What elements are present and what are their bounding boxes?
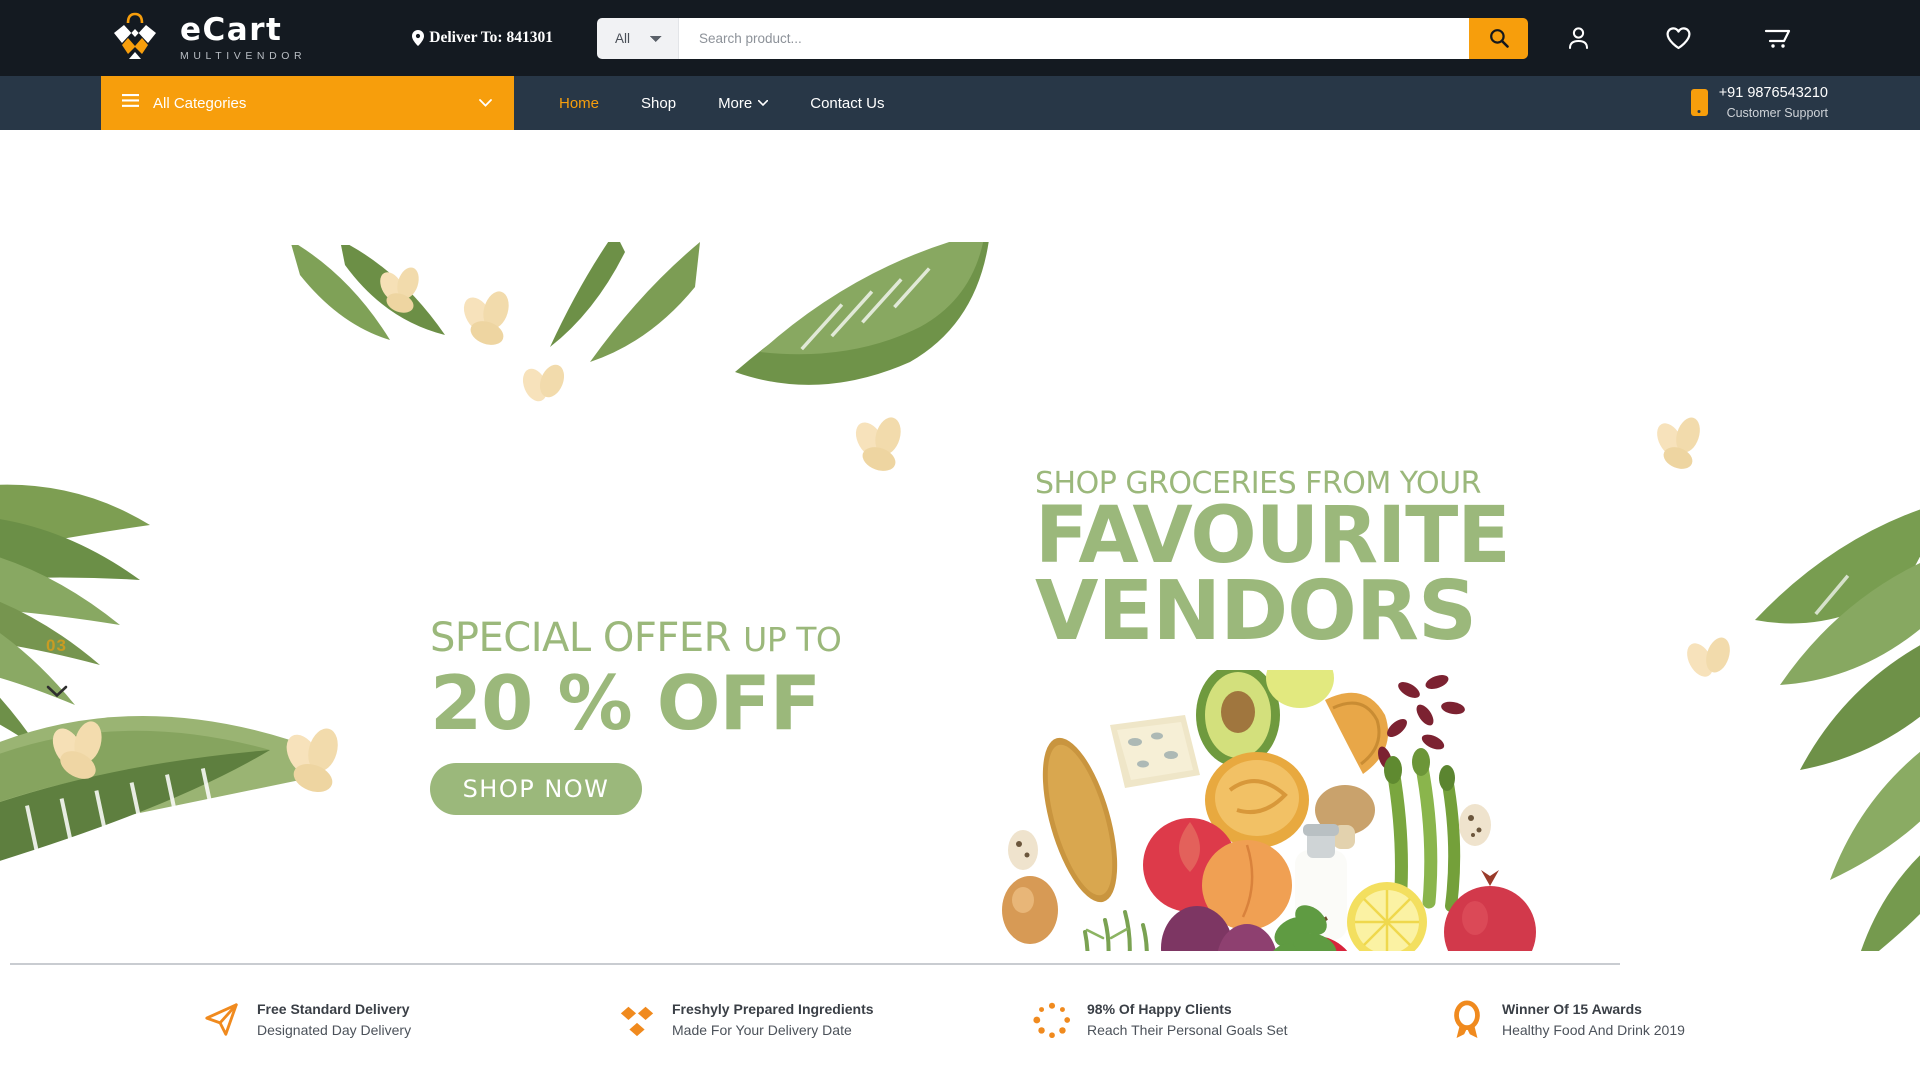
customer-support[interactable]: +91 9876543210 Customer Support — [1690, 83, 1828, 122]
search-bar: All — [596, 17, 1528, 59]
feature-title: Winner Of 15 Awards — [1502, 1001, 1642, 1017]
nav-link-label: More — [718, 94, 753, 112]
mobile-phone-icon — [1690, 89, 1708, 117]
hero-headline: SHOP GROCERIES FROM YOUR FAVOURITE VENDO… — [1035, 466, 1511, 659]
all-categories-dropdown[interactable]: All Categories — [101, 76, 514, 130]
feature-title: Freshyly Prepared Ingredients — [672, 1001, 874, 1017]
headline-line2: FAVOURITE — [1035, 491, 1511, 581]
feature-title: Free Standard Delivery — [257, 1001, 410, 1017]
account-icon[interactable] — [1528, 8, 1628, 68]
feature-divider — [10, 963, 1620, 965]
feature-subtitle: Made For Your Delivery Date — [672, 1022, 852, 1038]
search-submit-button[interactable] — [1469, 17, 1528, 59]
support-caption: Customer Support — [1726, 106, 1828, 121]
feature-item: 98% Of Happy Clients Reach Their Persona… — [1033, 985, 1448, 1055]
feature-title: 98% Of Happy Clients — [1087, 1001, 1232, 1017]
nav-link-label: Contact Us — [810, 94, 885, 112]
feature-subtitle: Healthy Food And Drink 2019 — [1502, 1022, 1685, 1038]
site-logo[interactable]: eCart MULTIVENDOR — [104, 7, 306, 69]
nav-link-home[interactable]: Home — [538, 95, 620, 112]
nav-link-contact-us[interactable]: Contact Us — [789, 95, 905, 112]
feature-bar: Free Standard Delivery Designated Day De… — [0, 985, 1920, 1055]
hero-offer-block: SPECIAL OFFER UP TO 20 % OFF SHOP NOW — [430, 615, 842, 815]
deliver-to-label: Deliver To: 841301 — [429, 29, 553, 46]
chevron-down-icon — [758, 100, 769, 106]
nav-link-shop[interactable]: Shop — [620, 95, 697, 112]
search-category-select[interactable]: All — [596, 17, 679, 59]
shop-now-button[interactable]: SHOP NOW — [430, 762, 642, 815]
hero-banner: 03 SPECIAL OFFER UP TO 20 % OFF SHOP NOW… — [0, 130, 1920, 951]
offer-line1-small: UP TO — [743, 620, 842, 659]
shopping-cart-icon[interactable] — [1728, 8, 1828, 68]
feature-item: Free Standard Delivery Designated Day De… — [203, 985, 618, 1055]
map-pin-icon — [412, 30, 425, 46]
feature-item: Freshyly Prepared Ingredients Made For Y… — [618, 985, 1033, 1055]
flower-decoration — [1687, 637, 1730, 677]
offer-discount: 20 % OFF — [430, 659, 821, 747]
nav-link-more[interactable]: More — [697, 95, 789, 112]
chevron-down-icon — [479, 94, 492, 112]
flower-decoration-upper — [463, 291, 509, 345]
tropical-leaf-decoration-right — [1657, 417, 1920, 951]
deliver-to[interactable]: Deliver To: 841301 — [412, 29, 553, 47]
flower-decoration — [1657, 417, 1700, 469]
feature-subtitle: Designated Day Delivery — [257, 1022, 412, 1038]
site-header: eCart MULTIVENDOR Deliver To: 841301 All — [0, 0, 1920, 76]
paper-plane-icon — [205, 1003, 238, 1036]
offer-line1-main: SPECIAL OFFER — [430, 615, 731, 661]
dotted-circle-icon — [1033, 1002, 1071, 1039]
wishlist-heart-icon[interactable] — [1628, 8, 1728, 68]
main-navigation: All Categories Home Shop More Contact Us… — [0, 76, 1920, 130]
flower-decoration-lower-left — [286, 728, 338, 793]
flower-decoration-center — [855, 417, 901, 471]
nav-links: Home Shop More Contact Us — [538, 95, 905, 112]
award-ribbon-icon — [1454, 1000, 1480, 1039]
diamond-cluster-icon — [620, 1006, 654, 1037]
slide-next-chevron-down-icon[interactable] — [46, 685, 68, 703]
all-categories-label: All Categories — [153, 94, 247, 112]
nav-link-label: Home — [559, 94, 600, 112]
feature-item: Winner Of 15 Awards Healthy Food And Dri… — [1448, 985, 1863, 1055]
feature-subtitle: Reach Their Personal Goals Set — [1087, 1022, 1288, 1038]
hamburger-icon — [122, 94, 139, 112]
slide-number: 03 — [46, 636, 67, 655]
header-icon-group — [1528, 8, 1828, 68]
search-input[interactable] — [678, 17, 1469, 59]
support-phone-number: +91 9876543210 — [1718, 85, 1828, 102]
grocery-bag-image — [1002, 670, 1536, 951]
search-icon — [1489, 29, 1509, 48]
nav-link-label: Shop — [641, 94, 677, 112]
logo-brand-name: eCart — [180, 11, 283, 48]
logo-tagline: MULTIVENDOR — [180, 49, 307, 62]
shopping-bag-logo-icon — [104, 7, 166, 69]
headline-line3: VENDORS — [1035, 563, 1477, 659]
